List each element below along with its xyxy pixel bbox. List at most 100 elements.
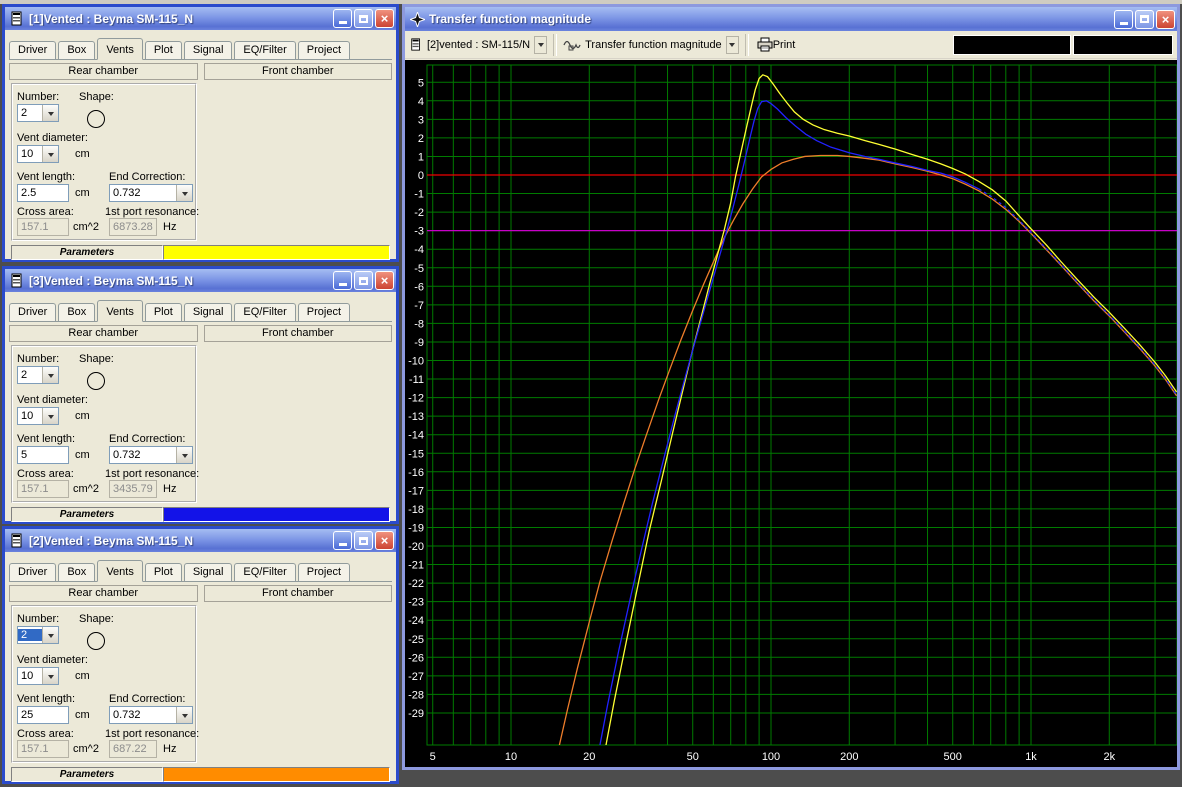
tab-vents[interactable]: Vents xyxy=(97,38,143,60)
vent-length-value: 5 xyxy=(21,449,28,461)
window-buttons: × xyxy=(333,9,394,28)
dropdown-arrow-icon[interactable] xyxy=(42,408,58,424)
minimize-button[interactable] xyxy=(1114,9,1133,29)
rear-chamber-button[interactable]: Rear chamber xyxy=(9,585,198,602)
vent-length-input[interactable]: 2.5 xyxy=(17,184,69,202)
number-combo[interactable]: 2 xyxy=(17,366,59,384)
window-title: Transfer function magnitude xyxy=(429,12,592,26)
tab-eq-filter[interactable]: EQ/Filter xyxy=(234,41,296,59)
window-titlebar[interactable]: [1]Vented : Beyma SM-115_N × xyxy=(5,7,396,30)
number-combo[interactable]: 2 xyxy=(17,104,59,122)
svg-text:200: 200 xyxy=(840,751,858,763)
dropdown-arrow-icon[interactable] xyxy=(534,35,548,54)
plot-window-icon xyxy=(408,10,427,28)
tab-driver[interactable]: Driver xyxy=(9,41,57,59)
progress-bar xyxy=(164,768,389,781)
tab-box[interactable]: Box xyxy=(58,41,96,59)
dropdown-arrow-icon[interactable] xyxy=(42,627,58,643)
number-label: Number: xyxy=(17,91,60,103)
dropdown-arrow-icon[interactable] xyxy=(42,668,58,684)
maximize-button[interactable] xyxy=(354,9,373,28)
dropdown-arrow-icon[interactable] xyxy=(42,105,58,121)
front-chamber-button[interactable]: Front chamber xyxy=(203,325,392,342)
transfer-function-plot[interactable]: -29 -28 -27 -26 -25 -24 -23 -22 -21 -20 -19 -18 -17-… xyxy=(405,60,1178,767)
dropdown-arrow-icon[interactable] xyxy=(42,146,58,162)
tab-vents[interactable]: Vents xyxy=(97,300,143,322)
close-button[interactable]: × xyxy=(375,531,394,550)
svg-text:-11: -11 xyxy=(409,374,424,386)
number-combo[interactable]: 2 xyxy=(17,626,59,644)
yellow-curve xyxy=(605,74,1177,745)
end-correction-value: 0.732 xyxy=(113,709,141,721)
readout-panel-2 xyxy=(1073,34,1173,55)
tab-box[interactable]: Box xyxy=(58,303,96,321)
tab-driver[interactable]: Driver xyxy=(9,303,57,321)
vent-diameter-combo[interactable]: 10 xyxy=(17,667,59,685)
front-chamber-button[interactable]: Front chamber xyxy=(203,63,392,80)
minimize-button[interactable] xyxy=(333,9,352,28)
source-combo[interactable]: [2]vented : SM-115/N xyxy=(408,34,549,56)
vent-diameter-combo[interactable]: 10 xyxy=(17,407,59,425)
end-correction-label: End Correction: xyxy=(109,433,186,445)
maximize-button[interactable] xyxy=(354,531,373,550)
front-chamber-button[interactable]: Front chamber xyxy=(203,585,392,602)
dropdown-arrow-icon[interactable] xyxy=(176,185,192,201)
minimize-button[interactable] xyxy=(333,271,352,290)
vented-box-window: [2]Vented : Beyma SM-115_N × Driver Box … xyxy=(2,526,399,784)
number-value: 2 xyxy=(18,629,42,641)
svg-text:-17: -17 xyxy=(408,485,424,497)
end-correction-combo[interactable]: 0.732 xyxy=(109,706,193,724)
vent-length-input[interactable]: 25 xyxy=(17,706,69,724)
tab-signal[interactable]: Signal xyxy=(183,41,233,59)
svg-text:-26: -26 xyxy=(408,652,424,664)
maximize-button[interactable] xyxy=(354,271,373,290)
port-resonance-label: 1st port resonance: xyxy=(105,728,200,740)
window-titlebar[interactable]: [2]Vented : Beyma SM-115_N × xyxy=(5,529,396,552)
tab-plot[interactable]: Plot xyxy=(144,303,182,321)
dropdown-arrow-icon[interactable] xyxy=(176,707,192,723)
tab-eq-filter[interactable]: EQ/Filter xyxy=(234,303,296,321)
tab-project[interactable]: Project xyxy=(297,303,351,321)
window-titlebar[interactable]: [3]Vented : Beyma SM-115_N × xyxy=(5,269,396,292)
dropdown-arrow-icon[interactable] xyxy=(176,447,192,463)
grid xyxy=(426,64,1178,746)
close-button[interactable]: × xyxy=(375,271,394,290)
tab-project[interactable]: Project xyxy=(297,41,351,59)
rear-chamber-button[interactable]: Rear chamber xyxy=(9,325,198,342)
dropdown-arrow-icon[interactable] xyxy=(42,367,58,383)
port-resonance-input: 3435.79 xyxy=(109,480,157,498)
window-titlebar[interactable]: Transfer function magnitude × xyxy=(405,7,1177,31)
tab-signal[interactable]: Signal xyxy=(183,563,233,581)
end-correction-combo[interactable]: 0.732 xyxy=(109,446,193,464)
tab-plot[interactable]: Plot xyxy=(144,563,182,581)
svg-text:500: 500 xyxy=(944,751,962,763)
vent-diameter-combo[interactable]: 10 xyxy=(17,145,59,163)
tab-box[interactable]: Box xyxy=(58,563,96,581)
tab-driver[interactable]: Driver xyxy=(9,563,57,581)
close-button[interactable]: × xyxy=(1156,9,1175,29)
waveform-icon xyxy=(563,40,581,50)
svg-text:5: 5 xyxy=(430,751,436,763)
maximize-button[interactable] xyxy=(1135,9,1154,29)
end-correction-combo[interactable]: 0.732 xyxy=(109,184,193,202)
vent-length-input[interactable]: 5 xyxy=(17,446,69,464)
progress-bar xyxy=(164,508,389,521)
minimize-button[interactable] xyxy=(333,531,352,550)
tab-eq-filter[interactable]: EQ/Filter xyxy=(234,563,296,581)
svg-text:-23: -23 xyxy=(408,597,424,609)
svg-text:1: 1 xyxy=(418,151,424,163)
close-button[interactable]: × xyxy=(375,9,394,28)
print-button[interactable]: Print xyxy=(753,34,800,56)
port-resonance-label: 1st port resonance: xyxy=(105,206,200,218)
svg-text:-13: -13 xyxy=(408,411,424,423)
tab-vents[interactable]: Vents xyxy=(97,560,143,582)
tab-plot[interactable]: Plot xyxy=(144,41,182,59)
svg-text:-15: -15 xyxy=(408,448,424,460)
tab-signal[interactable]: Signal xyxy=(183,303,233,321)
rear-chamber-button[interactable]: Rear chamber xyxy=(9,63,198,80)
plot-type-combo[interactable]: Transfer function magnitude xyxy=(561,34,741,56)
dropdown-arrow-icon[interactable] xyxy=(725,35,739,54)
tab-project[interactable]: Project xyxy=(297,563,351,581)
svg-text:-2: -2 xyxy=(414,207,424,219)
vent-parameters-group: Number: 2 Shape: Vent diameter: 10 cm Ve… xyxy=(11,605,200,763)
